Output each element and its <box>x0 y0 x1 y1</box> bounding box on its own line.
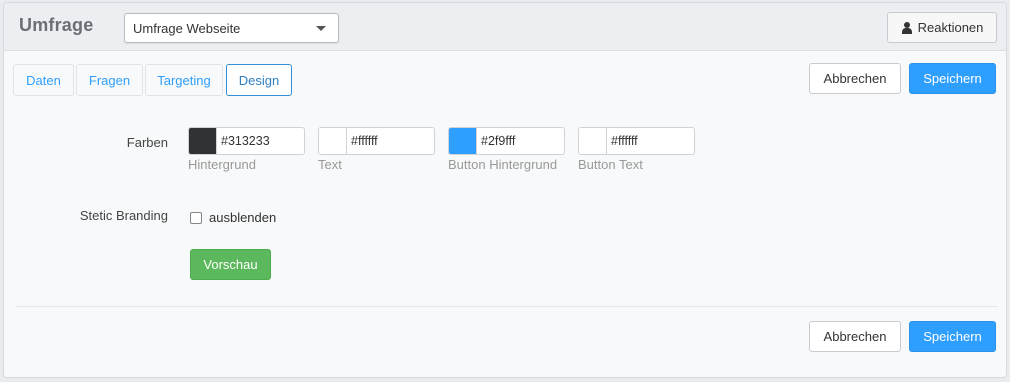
reactions-button[interactable]: Reaktionen <box>887 12 997 43</box>
survey-select[interactable]: Umfrage Webseite <box>124 13 339 43</box>
color-help-text: Text <box>318 157 342 172</box>
color-value: #2f9fff <box>481 134 516 148</box>
hide-branding-checkbox[interactable] <box>190 212 202 224</box>
panel-header: Umfrage Umfrage Webseite Reaktionen <box>4 3 1006 51</box>
save-button-bottom[interactable]: Speichern <box>909 321 996 352</box>
tab-daten[interactable]: Daten <box>13 64 74 96</box>
color-swatch[interactable] <box>189 128 217 154</box>
tab-label: Design <box>238 72 280 88</box>
tab-label: Targeting <box>157 72 211 88</box>
color-value: #313233 <box>221 134 270 148</box>
text-color-field[interactable]: #ffffff <box>318 127 435 155</box>
cancel-button-label: Abbrechen <box>823 329 887 344</box>
save-button-label: Speichern <box>923 329 982 344</box>
color-help-text: Button Text <box>578 157 643 172</box>
cancel-button-top[interactable]: Abbrechen <box>809 63 901 94</box>
tab-design[interactable]: Design <box>226 64 292 96</box>
color-swatch[interactable] <box>319 128 347 154</box>
preview-button-label: Vorschau <box>203 257 258 272</box>
tab-label: Daten <box>26 72 61 88</box>
color-help-text: Button Hintergrund <box>448 157 558 172</box>
color-help-text: Hintergrund <box>188 157 256 172</box>
page-title: Umfrage <box>19 15 94 35</box>
branding-label: Stetic Branding <box>79 208 168 223</box>
cancel-button-label: Abbrechen <box>823 71 887 86</box>
button-background-color-field[interactable]: #2f9fff <box>448 127 565 155</box>
reactions-button-label: Reaktionen <box>917 20 984 35</box>
color-swatch[interactable] <box>579 128 607 154</box>
colors-label: Farben <box>126 135 168 150</box>
user-icon <box>901 21 913 34</box>
survey-panel: Umfrage Umfrage Webseite Reaktionen Date… <box>3 2 1007 378</box>
chevron-down-icon <box>316 26 326 31</box>
save-button-label: Speichern <box>923 71 982 86</box>
color-value: #ffffff <box>611 134 638 148</box>
preview-button[interactable]: Vorschau <box>190 249 271 280</box>
tab-label: Fragen <box>88 72 131 88</box>
save-button-top[interactable]: Speichern <box>909 63 996 94</box>
cancel-button-bottom[interactable]: Abbrechen <box>809 321 901 352</box>
tab-targeting[interactable]: Targeting <box>145 64 223 96</box>
survey-select-value: Umfrage Webseite <box>133 21 241 36</box>
button-text-color-field[interactable]: #ffffff <box>578 127 695 155</box>
color-value: #ffffff <box>351 134 378 148</box>
background-color-field[interactable]: #313233 <box>188 127 305 155</box>
tab-fragen[interactable]: Fragen <box>76 64 143 96</box>
color-swatch[interactable] <box>449 128 477 154</box>
hide-branding-label[interactable]: ausblenden <box>209 210 276 225</box>
